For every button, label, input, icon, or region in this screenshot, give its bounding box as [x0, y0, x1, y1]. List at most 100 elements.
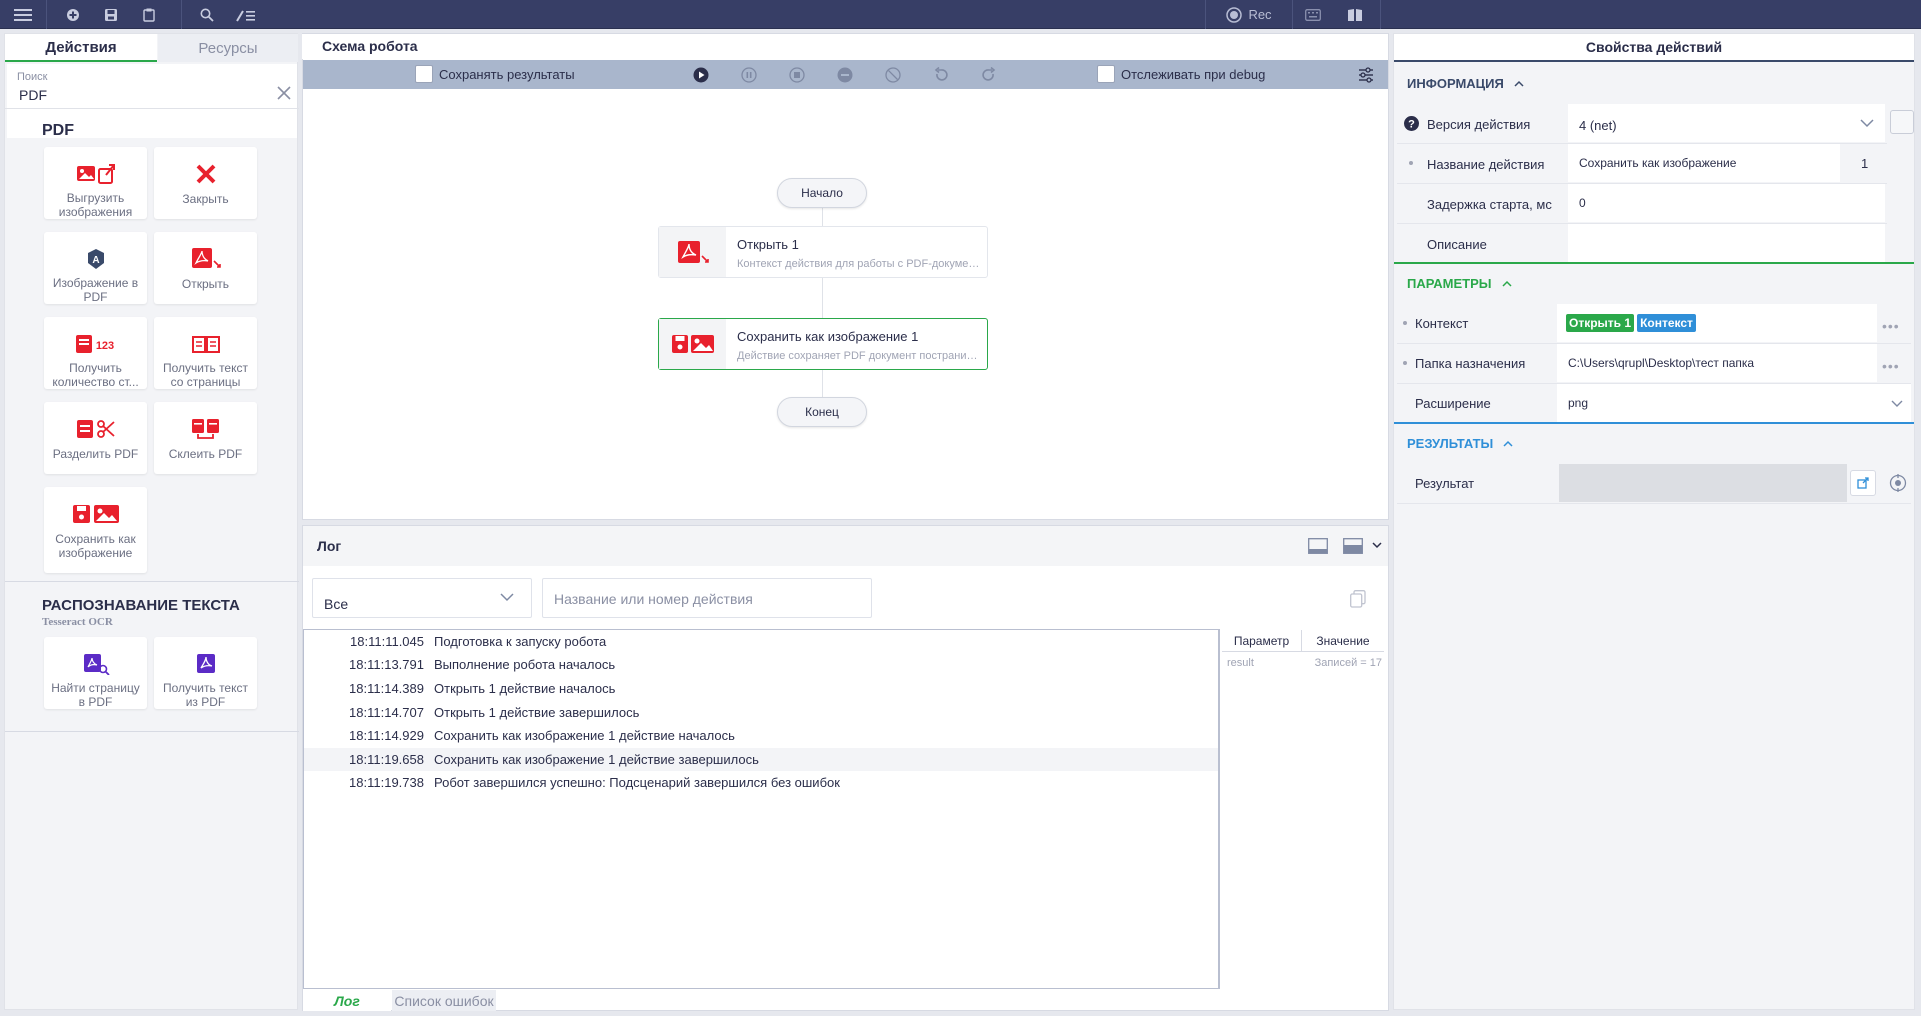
log-message: Сохранить как изображение 1 действие зав… — [434, 752, 759, 767]
folder-more-icon[interactable]: ••• — [1882, 358, 1900, 374]
tile-label: Получить количество ст... — [52, 361, 139, 389]
chevron-up-icon — [1501, 280, 1512, 287]
context-tag-open: Открыть 1 — [1566, 314, 1635, 332]
log-row[interactable]: 18:11:14.389 Открыть 1 действие началось — [304, 677, 1218, 700]
log-row[interactable]: 18:11:11.045 Подготовка к запуску робота — [304, 630, 1218, 653]
log-row[interactable]: 18:11:14.929 Сохранить как изображение 1 … — [304, 724, 1218, 747]
remove-icon[interactable] — [837, 67, 853, 83]
param-value: Записей = 17 — [1314, 657, 1382, 669]
delay-input[interactable]: 0 — [1568, 184, 1885, 222]
close-icon — [196, 161, 216, 187]
add-icon[interactable] — [60, 0, 86, 29]
tab-robot-schema[interactable]: Схема робота — [302, 33, 438, 59]
keyboard-icon[interactable] — [1300, 0, 1326, 29]
log-row[interactable]: 18:11:13.791 Выполнение робота началось — [304, 653, 1218, 676]
tile-image-to-pdf[interactable]: A Изображение в PDF — [44, 232, 147, 304]
tile-page-count[interactable]: 123 Получить количество ст... — [44, 317, 147, 389]
track-debug-checkbox[interactable] — [1097, 65, 1115, 83]
context-input[interactable]: Открыть 1 Контекст — [1557, 304, 1877, 342]
redo-icon[interactable] — [981, 67, 997, 83]
tile-label: Склеить PDF — [168, 447, 243, 461]
search-icon[interactable] — [194, 0, 220, 29]
tile-split-pdf[interactable]: Разделить PDF — [44, 402, 147, 474]
tab-actions[interactable]: Действия — [5, 34, 157, 62]
param-header-name: Параметр — [1222, 630, 1302, 651]
chevron-down-icon[interactable] — [1372, 541, 1382, 549]
log-row[interactable]: 18:11:19.738 Робот завершился успешно: По… — [304, 771, 1218, 794]
book-open-icon — [191, 331, 221, 356]
log-search-input[interactable]: Название или номер действия — [542, 578, 872, 618]
section-results-header[interactable]: РЕЗУЛЬТАТЫ — [1407, 436, 1513, 451]
tile-get-text-from-pdf[interactable]: Получить текст из PDF — [154, 637, 257, 709]
section-info-header[interactable]: ИНФОРМАЦИЯ — [1407, 76, 1524, 91]
search-input[interactable]: PDF — [19, 87, 269, 103]
flow-end[interactable]: Конец — [777, 397, 867, 427]
save-icon[interactable] — [98, 0, 124, 29]
clipboard-icon[interactable] — [136, 0, 162, 29]
log-message: Открыть 1 действие началось — [434, 681, 616, 696]
log-header: Лог — [303, 526, 1388, 566]
tab-resources[interactable]: Ресурсы — [158, 34, 298, 62]
copy-icon[interactable] — [1350, 590, 1366, 608]
help-icon[interactable]: ? — [1404, 116, 1419, 131]
context-more-icon[interactable]: ••• — [1882, 318, 1900, 334]
description-input[interactable] — [1568, 224, 1885, 262]
version-link-icon[interactable] — [1890, 110, 1914, 134]
tile-label: Открыть — [181, 277, 230, 291]
extension-select[interactable]: png — [1557, 384, 1911, 422]
tile-export-images[interactable]: Выгрузить изображения — [44, 147, 147, 219]
delay-label: Задержка старта, мс — [1427, 197, 1552, 212]
version-value: 4 (net) — [1579, 117, 1617, 133]
tile-save-as-image[interactable]: Сохранить как изображение — [44, 487, 147, 573]
target-icon[interactable] — [1889, 474, 1907, 492]
flow-node-open[interactable]: Открыть 1 Контекст действия для работы с … — [658, 226, 988, 278]
section-params-header[interactable]: ПАРАМЕТРЫ — [1407, 276, 1512, 291]
pdf-open-icon — [659, 227, 726, 277]
tile-open[interactable]: Открыть — [154, 232, 257, 304]
book-icon[interactable] — [1342, 0, 1368, 29]
tab-log[interactable]: Лог — [303, 990, 391, 1011]
log-time: 18:11:14.707 — [349, 705, 424, 720]
run-icon[interactable] — [693, 67, 709, 83]
version-select[interactable]: 4 (net) — [1568, 104, 1885, 142]
clear-search-icon[interactable] — [277, 86, 291, 100]
tile-merge-pdf[interactable]: Склеить PDF — [154, 402, 257, 474]
pause-icon[interactable] — [741, 67, 757, 83]
tile-label: Получить текст со страницы — [163, 361, 248, 389]
tile-close[interactable]: Закрыть — [154, 147, 257, 219]
tile-label: Разделить PDF — [52, 447, 139, 461]
record-button[interactable]: Rec — [1220, 0, 1278, 29]
layout-bottom-icon[interactable] — [1308, 538, 1328, 554]
export-result-icon[interactable] — [1850, 470, 1876, 496]
menu-icon[interactable] — [8, 0, 38, 29]
name-input[interactable]: Сохранить как изображение — [1568, 144, 1840, 182]
flow-start[interactable]: Начало — [777, 178, 867, 208]
disable-icon[interactable] — [885, 67, 901, 83]
tab-error-list[interactable]: Список ошибок — [392, 990, 496, 1011]
split-pdf-icon — [76, 416, 116, 442]
log-row[interactable]: 18:11:14.707 Открыть 1 действие завершило… — [304, 701, 1218, 724]
stop-icon[interactable] — [789, 67, 805, 83]
section-subtitle-ocr: Tesseract OCR — [42, 616, 113, 628]
track-debug-label: Отслеживать при debug — [1121, 67, 1266, 82]
folder-input[interactable]: C:\Users\qrupl\Desktop\тест папка — [1557, 344, 1877, 382]
version-label: Версия действия — [1427, 117, 1531, 132]
log-filter-select[interactable]: Все — [312, 578, 532, 618]
pdf-text-icon — [195, 651, 217, 676]
tile-get-page-text[interactable]: Получить текст со страницы — [154, 317, 257, 389]
log-search-placeholder: Название или номер действия — [554, 591, 753, 607]
context-label: Контекст — [1415, 316, 1469, 331]
save-results-checkbox[interactable] — [415, 65, 433, 83]
flow-node-save-as-image[interactable]: Сохранить как изображение 1 Действие сохр… — [658, 318, 988, 370]
result-label: Результат — [1415, 476, 1475, 491]
log-row-selected[interactable]: 18:11:19.658 Сохранить как изображение 1 … — [304, 748, 1218, 771]
tile-label: Найти страницу в PDF — [51, 681, 140, 709]
settings-sliders-icon[interactable] — [1358, 67, 1374, 83]
section-title-pdf: PDF — [42, 122, 74, 139]
layout-split-icon[interactable] — [1343, 538, 1363, 554]
tile-find-page-in-pdf[interactable]: Найти страницу в PDF — [44, 637, 147, 709]
chevron-down-icon — [500, 593, 514, 602]
undo-icon[interactable] — [933, 67, 949, 83]
edit-list-icon[interactable] — [232, 0, 260, 29]
merge-pdf-icon — [191, 416, 221, 442]
